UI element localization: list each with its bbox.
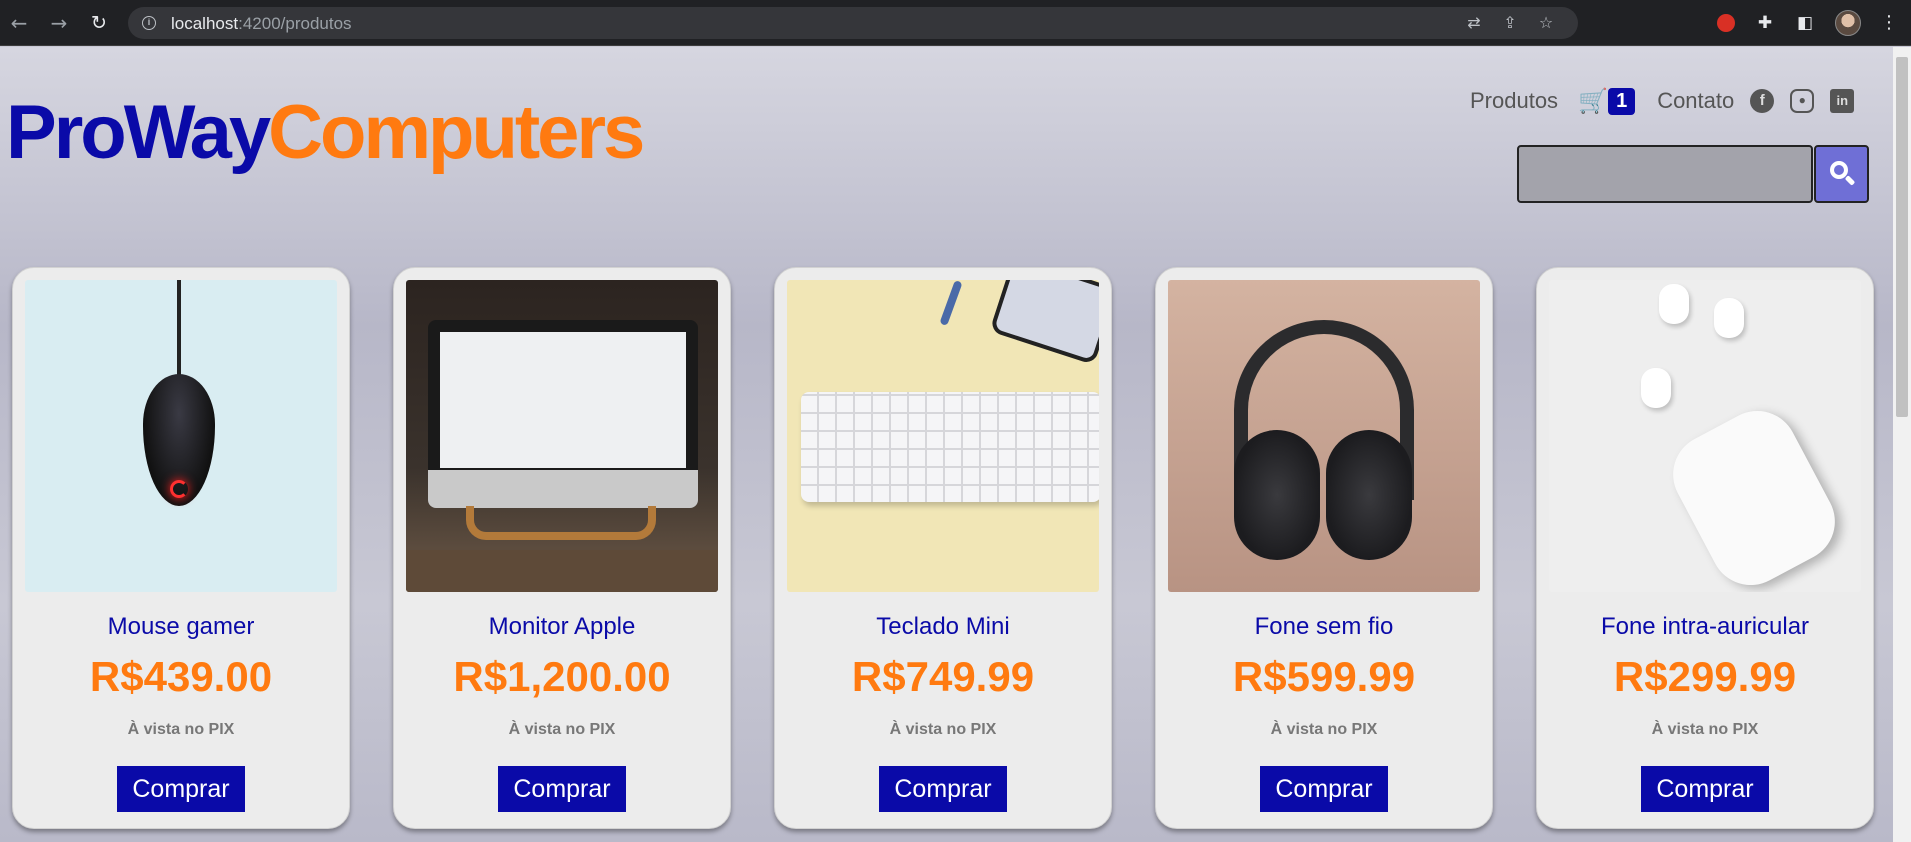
cart-icon: 🛒 bbox=[1578, 87, 1608, 115]
profile-avatar[interactable] bbox=[1835, 10, 1861, 36]
buy-button[interactable]: Comprar bbox=[879, 766, 1007, 812]
search-button[interactable] bbox=[1814, 145, 1869, 203]
product-card: Teclado Mini R$749.99 À vista no PIX Com… bbox=[774, 267, 1112, 829]
page-content: ProWayComputers Produtos 🛒 1 Contato f ●… bbox=[0, 47, 1893, 842]
search-icon-handle bbox=[1844, 175, 1856, 186]
product-image-mouse bbox=[25, 280, 337, 592]
buy-button[interactable]: Comprar bbox=[117, 766, 245, 812]
product-image-monitor bbox=[406, 280, 718, 592]
buy-button[interactable]: Comprar bbox=[498, 766, 626, 812]
imac-frame bbox=[428, 320, 698, 508]
side-panel-icon[interactable]: ◧ bbox=[1794, 12, 1816, 34]
nav-contato-link[interactable]: Contato bbox=[1657, 88, 1734, 114]
headphone-cup-right bbox=[1326, 430, 1412, 560]
product-card: Fone sem fio R$599.99 À vista no PIX Com… bbox=[1155, 267, 1493, 829]
product-price: R$749.99 bbox=[851, 653, 1035, 700]
product-name: Mouse gamer bbox=[107, 613, 255, 640]
product-image-keyboard bbox=[787, 280, 1099, 592]
url-host: localhost bbox=[171, 14, 239, 33]
earbud bbox=[1641, 368, 1671, 408]
top-navigation: Produtos 🛒 1 Contato f ● in bbox=[1470, 85, 1855, 117]
nav-produtos-link[interactable]: Produtos bbox=[1470, 88, 1558, 114]
payment-note: À vista no PIX bbox=[1270, 721, 1378, 738]
monitor-stand bbox=[466, 506, 656, 540]
extension-hand-icon[interactable] bbox=[1717, 14, 1735, 32]
product-price: R$1,200.00 bbox=[453, 653, 671, 700]
url-text: localhost:4200/produtos bbox=[171, 14, 352, 34]
site-logo[interactable]: ProWayComputers bbox=[6, 89, 645, 176]
logo-computers: Computers bbox=[268, 90, 645, 175]
imac-screen bbox=[440, 332, 686, 468]
page-scrollbar[interactable] bbox=[1893, 47, 1911, 842]
desk bbox=[406, 550, 718, 592]
product-price: R$599.99 bbox=[1232, 653, 1416, 700]
buy-button[interactable]: Comprar bbox=[1260, 766, 1388, 812]
payment-note: À vista no PIX bbox=[889, 721, 997, 738]
share-icon[interactable]: ⇪ bbox=[1500, 13, 1520, 33]
product-name: Fone sem fio bbox=[1254, 613, 1394, 640]
product-image-earbuds bbox=[1549, 280, 1861, 592]
scrollbar-thumb[interactable] bbox=[1896, 57, 1908, 417]
search-input[interactable] bbox=[1517, 145, 1813, 203]
cart-count-badge: 1 bbox=[1608, 87, 1636, 115]
bookmark-star-icon[interactable]: ☆ bbox=[1536, 13, 1556, 33]
product-card: Mouse gamer R$439.00 À vista no PIX Comp… bbox=[12, 267, 350, 829]
cart-button[interactable]: 🛒 1 bbox=[1578, 87, 1636, 115]
payment-note: À vista no PIX bbox=[127, 721, 235, 738]
product-card: Monitor Apple R$1,200.00 À vista no PIX … bbox=[393, 267, 731, 829]
product-card: Fone intra-auricular R$299.99 À vista no… bbox=[1536, 267, 1874, 829]
earbud bbox=[1659, 284, 1689, 324]
logo-proway: ProWay bbox=[6, 90, 271, 175]
earbud bbox=[1714, 298, 1744, 338]
facebook-icon[interactable]: f bbox=[1750, 89, 1775, 113]
url-path: :4200/produtos bbox=[238, 14, 352, 33]
earbud-case bbox=[1659, 396, 1849, 592]
extensions-puzzle-icon[interactable]: ✚ bbox=[1754, 12, 1776, 34]
buy-button[interactable]: Comprar bbox=[1641, 766, 1769, 812]
pen bbox=[939, 280, 963, 326]
site-info-icon[interactable]: i bbox=[142, 16, 156, 30]
translate-icon[interactable]: ⇄ bbox=[1464, 13, 1484, 33]
back-icon[interactable]: ← bbox=[8, 12, 30, 34]
linkedin-icon[interactable]: in bbox=[1830, 89, 1855, 113]
headphone-cup-left bbox=[1234, 430, 1320, 560]
browser-toolbar: ← → ↻ i localhost:4200/produtos ⇄ ⇪ ☆ ✚ … bbox=[0, 0, 1911, 46]
payment-note: À vista no PIX bbox=[1651, 721, 1759, 738]
product-price: R$299.99 bbox=[1613, 653, 1797, 700]
forward-icon[interactable]: → bbox=[48, 12, 70, 34]
tablet bbox=[989, 280, 1099, 366]
product-image-headphones bbox=[1168, 280, 1480, 592]
product-name: Fone intra-auricular bbox=[1600, 613, 1810, 640]
address-bar[interactable]: i localhost:4200/produtos ⇄ ⇪ ☆ bbox=[128, 7, 1578, 39]
product-name: Monitor Apple bbox=[488, 613, 636, 640]
reload-icon[interactable]: ↻ bbox=[88, 12, 110, 34]
instagram-icon[interactable]: ● bbox=[1790, 89, 1815, 113]
product-name: Teclado Mini bbox=[876, 613, 1010, 640]
mouse-logo bbox=[170, 480, 188, 498]
imac-chin bbox=[428, 470, 698, 508]
menu-kebab-icon[interactable]: ⋮ bbox=[1880, 12, 1898, 34]
product-price: R$439.00 bbox=[89, 653, 273, 700]
payment-note: À vista no PIX bbox=[508, 721, 616, 738]
keyboard bbox=[801, 392, 1099, 502]
